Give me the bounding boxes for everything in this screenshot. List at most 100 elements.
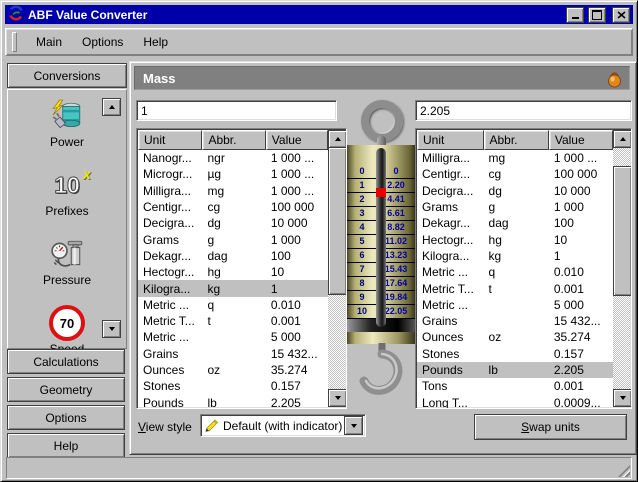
table-row[interactable]: Grams g 1 000 [417,199,613,215]
table-row[interactable]: Stones 0.157 [417,346,613,362]
sidebar-nav-button[interactable]: Geometry [7,377,125,402]
combo-dropdown-button[interactable] [344,416,363,435]
right-unit-table: Unit Abbr. Value Milligra... mg 1 000 ..… [415,128,632,409]
table-row[interactable]: Dekagr... dag 100 [138,248,328,264]
menu-item[interactable]: Options [72,32,133,52]
battery-plug-icon [50,98,84,134]
right-value-input[interactable] [415,100,632,121]
minimize-button[interactable] [566,7,584,23]
scrollbar-thumb[interactable] [613,166,632,296]
scroll-down-button[interactable] [613,389,632,407]
table-row[interactable]: Centigr... cg 100 000 [138,199,328,215]
menu-item[interactable]: Help [133,32,178,52]
sidebar-nav-button[interactable]: Options [7,405,125,430]
right-table-header: Unit Abbr. Value [417,130,613,150]
category-label: Pressure [43,273,91,287]
column-header-abbr[interactable]: Abbr. [484,130,549,150]
conversions-button[interactable]: Conversions [7,63,127,88]
category-item-power[interactable]: Power [50,94,84,163]
table-row[interactable]: Pounds lb 2.205 [417,362,613,378]
table-row[interactable]: Kilogra... kg 1 [417,248,613,264]
category-label: Prefixes [45,204,88,218]
app-window: ABF Value Converter MainOptionsHelp Conv… [0,0,638,482]
view-style-label: View style [138,420,192,434]
table-row[interactable]: Nanogr... ngr 1 000 ... [138,150,328,166]
table-row[interactable]: Long T... 0.0009... [417,394,613,409]
column-header-unit[interactable]: Unit [138,130,202,150]
table-row[interactable]: Tons 0.001 [417,378,613,394]
table-row[interactable]: Metric ... q 0.010 [417,264,613,280]
table-row[interactable]: Metric T... t 0.001 [138,313,328,329]
window-title: ABF Value Converter [28,8,562,22]
table-row[interactable]: Kilogra... kg 1 [138,280,328,296]
table-row[interactable]: Milligra... mg 1 000 ... [138,183,328,199]
close-button[interactable] [612,7,630,23]
table-row[interactable]: Hectogr... hg 10 [417,231,613,247]
scale-rod [376,148,386,327]
scale-hook-icon [355,342,407,407]
table-row[interactable]: Ounces oz 35.274 [138,362,328,378]
table-row[interactable]: Decigra... dg 10 000 [138,215,328,231]
sidebar-nav-buttons: Calculations Geometry Options Help [7,349,125,458]
scale-red-indicator [376,188,386,197]
sidebar: Conversions [7,61,125,453]
sidebar-nav-button[interactable]: Calculations [7,349,125,374]
table-row[interactable]: Ounces oz 35.274 [417,329,613,345]
pencil-icon [204,416,220,435]
right-table-scrollbar[interactable] [613,130,630,407]
speed-limit-sign-icon: 70 [49,305,85,341]
arrow-down-icon [335,396,341,400]
table-row[interactable]: Milligra... mg 1 000 ... [417,150,613,166]
category-panel: Power 10x Prefixes [7,89,127,349]
table-row[interactable]: Metric T... t 0.001 [417,280,613,296]
status-bar [6,457,632,479]
table-row[interactable]: Decigra... dg 10 000 [417,183,613,199]
title-bar: ABF Value Converter [5,5,633,24]
table-row[interactable]: Metric ... 5 000 [138,329,328,345]
table-row[interactable]: Dekagr... dag 100 [417,215,613,231]
page-title-bar: Mass [134,66,630,90]
table-row[interactable]: Metric ... q 0.010 [138,297,328,313]
app-icon [8,5,24,24]
maximize-icon [592,10,602,20]
table-row[interactable]: Pounds lb 2.205 [138,394,328,409]
table-row[interactable]: Microgr... µg 1 000 ... [138,166,328,182]
spring-scale-indicator: 0 0 1 2.20 2 4.41 3 6.6 [346,96,416,446]
table-row[interactable]: Hectogr... hg 10 [138,264,328,280]
category-scroll-down-button[interactable] [102,320,121,338]
view-style-select[interactable]: Default (with indicator) [200,414,366,437]
column-header-abbr[interactable]: Abbr. [202,130,265,150]
maximize-button[interactable] [588,7,606,23]
table-row[interactable]: Grains 15 432... [417,313,613,329]
table-row[interactable]: Stones 0.157 [138,378,328,394]
column-header-value[interactable]: Value [266,130,328,150]
left-value-input[interactable] [136,100,337,121]
pump-gauge-icon [50,236,84,272]
category-label: Power [50,135,84,149]
sidebar-nav-button[interactable]: Help [7,433,125,458]
table-row[interactable]: Centigr... cg 100 000 [417,166,613,182]
ten-power-x-icon: 10x [54,167,80,203]
scroll-down-button[interactable] [328,389,347,407]
chevron-down-icon [351,424,357,428]
category-item-prefixes[interactable]: 10x Prefixes [45,163,88,232]
menu-item[interactable]: Main [26,32,72,52]
column-header-unit[interactable]: Unit [417,130,484,150]
category-item-pressure[interactable]: Pressure [43,232,91,301]
table-row[interactable]: Grains 15 432... [138,346,328,362]
left-table-scrollbar[interactable] [328,130,345,407]
swap-units-button[interactable]: Swap units [474,414,627,440]
minimize-icon [572,17,579,19]
scroll-up-button[interactable] [613,130,632,148]
scroll-up-button[interactable] [328,130,347,148]
scrollbar-thumb[interactable] [328,147,347,295]
column-header-value[interactable]: Value [549,130,613,150]
left-table-header: Unit Abbr. Value [138,130,328,150]
close-icon [617,11,626,19]
table-row[interactable]: Metric ... 5 000 [417,297,613,313]
arrow-down-icon [620,396,626,400]
table-row[interactable]: Grams g 1 000 [138,231,328,247]
resize-grip[interactable] [618,465,630,477]
menu-grip-handle[interactable] [12,32,17,52]
weight-icon [607,70,622,91]
